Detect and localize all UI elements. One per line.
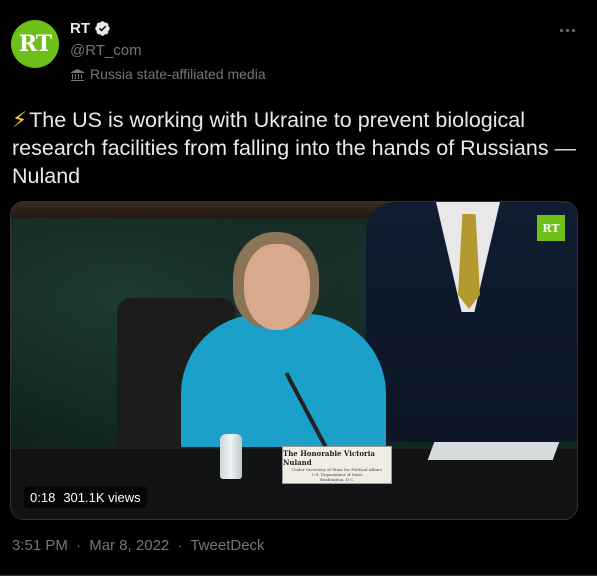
handle[interactable]: @RT_com	[70, 42, 142, 59]
more-options-icon[interactable]	[557, 22, 577, 38]
tweet-body: The US is working with Ukraine to preven…	[12, 108, 577, 188]
video-frame: The Honorable Victoria Nuland Under Secr…	[11, 202, 577, 519]
state-media-flag-icon	[71, 68, 84, 81]
video-player[interactable]: The Honorable Victoria Nuland Under Secr…	[10, 201, 578, 520]
tweet-time[interactable]: 3:51 PM	[12, 537, 68, 554]
nameplate: The Honorable Victoria Nuland Under Secr…	[282, 446, 392, 484]
avatar[interactable]: RT	[11, 20, 59, 68]
separator: ·	[76, 537, 82, 554]
display-name-row[interactable]: RT	[70, 20, 111, 37]
lightning-emoji-icon: ⚡	[12, 108, 28, 132]
video-views: 301.1K views	[63, 489, 141, 505]
water-bottle	[220, 434, 242, 479]
nameplate-location: Washington, D.C.	[319, 476, 355, 482]
video-duration: 0:18	[30, 489, 56, 505]
nameplate-name: The Honorable Victoria Nuland	[283, 448, 375, 467]
display-name[interactable]: RT	[70, 20, 90, 37]
avatar-logo-text: RT	[18, 31, 52, 57]
tweet-date[interactable]: Mar 8, 2022	[89, 537, 169, 554]
tweet-text: ⚡The US is working with Ukraine to preve…	[12, 106, 584, 190]
verified-badge-icon	[95, 21, 110, 36]
tweet[interactable]: RT RT @RT_com Russia state-affiliated me…	[0, 0, 597, 576]
rt-watermark-logo: RT	[537, 215, 565, 241]
tweet-source[interactable]: TweetDeck	[190, 537, 264, 554]
tweet-metadata: 3:51 PM · Mar 8, 2022 · TweetDeck	[12, 537, 265, 554]
state-media-label-text: Russia state-affiliated media	[90, 66, 266, 82]
separator: ·	[177, 537, 183, 554]
state-media-label[interactable]: Russia state-affiliated media	[70, 66, 266, 82]
video-stats-badge: 0:18 301.1K views	[24, 486, 147, 508]
speaker	[181, 314, 386, 454]
